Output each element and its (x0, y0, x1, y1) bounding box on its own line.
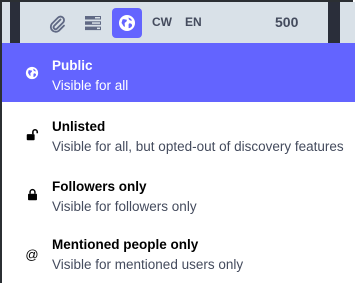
character-counter: 500 (275, 14, 299, 30)
option-title: Public (52, 58, 93, 73)
poll-icon[interactable] (80, 10, 106, 36)
visibility-dropdown: Public Visible for all Unlisted Visible … (2, 43, 355, 286)
visibility-option-unlisted[interactable]: Unlisted Visible for all, but opted-out … (2, 102, 355, 162)
visibility-button[interactable] (112, 8, 142, 38)
visibility-option-public[interactable]: Public Visible for all (2, 43, 355, 102)
paperclip-icon[interactable] (44, 10, 70, 36)
language-button[interactable]: EN (185, 15, 202, 29)
option-subtitle: Visible for all, but opted-out of discov… (52, 139, 344, 154)
option-title: Unlisted (52, 119, 106, 134)
content-warning-button[interactable]: CW (152, 15, 172, 29)
option-subtitle: Visible for all (52, 78, 129, 93)
toolbar-edge-right (328, 2, 340, 43)
option-title: Followers only (52, 179, 147, 194)
toolbar-edge-left (10, 2, 20, 43)
lock-icon (24, 186, 40, 202)
visibility-option-mentioned-only[interactable]: @ Mentioned people only Visible for ment… (2, 222, 355, 286)
at-icon: @ (25, 246, 39, 262)
globe-icon (24, 65, 40, 81)
unlock-icon (24, 127, 40, 143)
visibility-option-followers-only[interactable]: Followers only Visible for followers onl… (2, 162, 355, 222)
option-subtitle: Visible for mentioned users only (52, 257, 244, 272)
globe-icon (119, 15, 135, 31)
option-title: Mentioned people only (52, 237, 199, 252)
compose-toolbar: CW EN 500 (2, 2, 355, 43)
option-subtitle: Visible for followers only (52, 199, 197, 214)
